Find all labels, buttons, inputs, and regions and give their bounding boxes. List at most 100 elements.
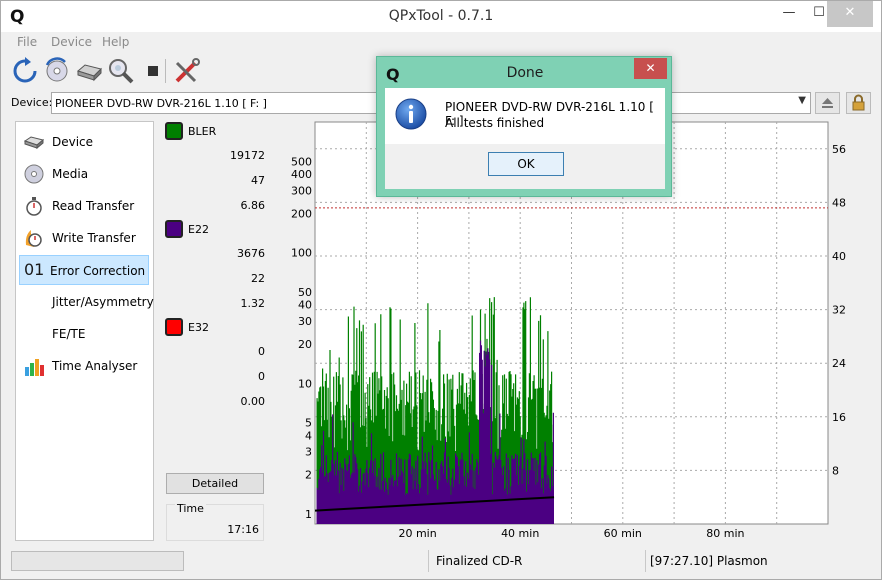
time-value: 17:16 xyxy=(227,523,259,536)
nav-item-label: Jitter/Asymmetry xyxy=(52,295,154,309)
bler-total: 19172 xyxy=(230,149,265,162)
nav-item-label: Read Transfer xyxy=(52,199,135,213)
disc-icon xyxy=(23,163,45,185)
x-axis: 20 min 40 min 60 min 80 min xyxy=(398,527,744,537)
nav-item-media[interactable]: Media xyxy=(20,160,149,188)
nav-item-time-analyser[interactable]: Time Analyser xyxy=(20,352,149,380)
lock-icon xyxy=(852,94,865,111)
y-right-axis: 8 16 24 32 40 48 56 xyxy=(832,143,846,478)
menu-file[interactable]: File xyxy=(17,35,37,49)
bler-avg: 6.86 xyxy=(240,199,266,212)
nav-item-label: Time Analyser xyxy=(52,359,138,373)
eject-icon xyxy=(822,98,833,108)
nav-item-fe-te[interactable]: FE/TE xyxy=(20,320,149,348)
toolbar-separator xyxy=(165,59,166,83)
dialog-footer: OK xyxy=(385,144,665,189)
test-navigation: Device Media Read Transfer Write Transfe… xyxy=(15,121,154,541)
y-left-tick-label: 1 xyxy=(305,508,312,521)
scan-disc-icon[interactable] xyxy=(107,57,135,85)
nav-item-label: Media xyxy=(52,167,89,181)
bar-chart-icon xyxy=(23,355,45,377)
stats-panel: BLER 19172 47 6.86 E22 3676 22 1.32 E32 … xyxy=(161,121,269,541)
y-right-tick-label: 48 xyxy=(832,196,846,209)
info-icon xyxy=(395,98,427,130)
y-right-tick-label: 8 xyxy=(832,464,839,477)
status-separator xyxy=(428,550,429,572)
y-left-tick-label: 50 xyxy=(298,286,312,299)
dialog-title: Done xyxy=(506,65,544,81)
time-box: Time 17:16 xyxy=(166,502,264,541)
y-left-tick-label: 10 xyxy=(298,377,312,390)
y-left-tick-label: 20 xyxy=(298,338,312,351)
done-dialog: Q Done ✕ PIONEER DVD-RW DVR-216L 1.10 [ … xyxy=(376,56,672,197)
nav-item-device[interactable]: Device xyxy=(20,128,149,156)
bler-max: 47 xyxy=(251,174,265,187)
bler-label: BLER xyxy=(188,125,217,138)
nav-item-read-transfer[interactable]: Read Transfer xyxy=(20,192,149,220)
e32-swatch xyxy=(165,318,183,336)
y-left-axis: 1 2 3 45 10 20 30 4050 100 200 300 400500 xyxy=(291,155,312,521)
eject-button[interactable] xyxy=(815,92,840,114)
nav-item-label: FE/TE xyxy=(52,327,86,341)
dialog-close-button[interactable]: ✕ xyxy=(634,58,667,79)
y-right-tick-label: 32 xyxy=(832,304,846,317)
y-left-tick-label: 30 xyxy=(298,315,312,328)
detailed-button[interactable]: Detailed xyxy=(166,473,264,494)
error-correction-icon: 01 xyxy=(24,260,45,279)
reload-disc-icon[interactable] xyxy=(43,57,71,85)
menu-help[interactable]: Help xyxy=(102,35,129,49)
y-left-tick-label: 400 xyxy=(291,168,312,181)
menu-bar: File Device Help xyxy=(1,32,881,52)
chevron-down-icon: ▼ xyxy=(798,95,806,106)
bler-swatch xyxy=(165,122,183,140)
e22-avg: 1.32 xyxy=(240,297,266,310)
nav-item-error-correction[interactable]: 01 Error Correction xyxy=(19,255,149,285)
y-right-tick-label: 16 xyxy=(832,411,846,424)
y-left-tick-label: 3 xyxy=(305,446,312,459)
e22-swatch xyxy=(165,220,183,238)
y-right-tick-label: 24 xyxy=(832,357,846,370)
y-left-tick-label: 40 xyxy=(298,299,312,312)
progress-bar xyxy=(11,551,184,571)
close-button[interactable]: ✕ xyxy=(827,1,873,27)
nav-item-label: Write Transfer xyxy=(52,231,136,245)
y-left-tick-label: 500 xyxy=(291,155,312,168)
y-left-tick-label: 100 xyxy=(291,247,312,260)
lock-button[interactable] xyxy=(846,92,871,114)
burning-stopwatch-icon xyxy=(23,227,45,249)
stopwatch-icon xyxy=(23,195,45,217)
e32-avg: 0.00 xyxy=(240,395,266,408)
e22-total: 3676 xyxy=(237,247,265,260)
y-left-tick-label: 200 xyxy=(291,207,312,220)
device-label: Device: xyxy=(11,96,53,109)
x-tick-label: 60 min xyxy=(604,527,642,537)
drive-icon xyxy=(23,131,45,153)
disc-info: [97:27.10] Plasmon xyxy=(650,554,768,568)
ok-button[interactable]: OK xyxy=(488,152,564,176)
tools-icon[interactable] xyxy=(173,57,201,85)
e32-max: 0 xyxy=(258,370,265,383)
drive-icon[interactable] xyxy=(75,57,103,85)
nav-item-jitter-asymmetry[interactable]: Jitter/Asymmetry xyxy=(20,288,154,316)
nav-item-label: Device xyxy=(52,135,94,149)
y-right-tick-label: 40 xyxy=(832,250,846,263)
y-left-tick-label: 2 xyxy=(305,469,312,482)
nav-item-label: Error Correction xyxy=(50,264,146,278)
status-bar: Finalized CD-R [97:27.10] Plasmon xyxy=(1,547,881,579)
dialog-body: PIONEER DVD-RW DVR-216L 1.10 [ F: ]: All… xyxy=(385,88,665,144)
nav-item-write-transfer[interactable]: Write Transfer xyxy=(20,224,149,252)
e32-total: 0 xyxy=(258,345,265,358)
time-label: Time xyxy=(175,502,206,515)
minimize-button[interactable]: — xyxy=(774,1,804,27)
e22-max: 22 xyxy=(251,272,265,285)
title-bar: Q QPxTool - 0.7.1 — ☐ ✕ xyxy=(1,1,881,32)
refresh-icon[interactable] xyxy=(11,57,39,85)
y-left-tick-label: 300 xyxy=(291,184,312,197)
stop-icon[interactable] xyxy=(139,57,167,85)
y-right-tick-label: 56 xyxy=(832,143,846,156)
x-tick-label: 20 min xyxy=(398,527,436,537)
y-left-tick-label: 4 xyxy=(305,429,312,442)
window-title: QPxTool - 0.7.1 xyxy=(388,8,494,24)
device-select-value: PIONEER DVD-RW DVR-216L 1.10 [ F: ] xyxy=(55,97,267,110)
menu-device[interactable]: Device xyxy=(51,35,92,49)
